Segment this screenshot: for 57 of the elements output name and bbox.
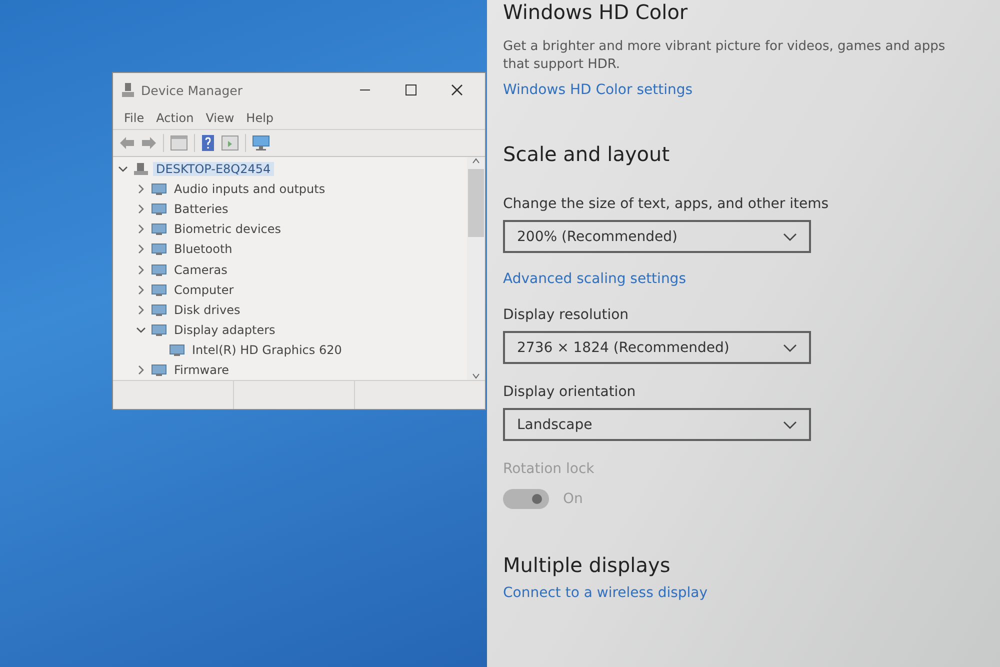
back-arrow-icon[interactable] bbox=[119, 136, 135, 150]
tree-item[interactable]: Disk drives bbox=[171, 302, 244, 317]
window-icon[interactable] bbox=[170, 135, 188, 151]
tree-item[interactable]: Firmware bbox=[171, 362, 232, 377]
tree-item[interactable]: Cameras bbox=[171, 262, 230, 277]
section-heading: Windows HD Color bbox=[503, 0, 689, 24]
tree-item[interactable]: Display adapters bbox=[171, 322, 278, 337]
device-icon bbox=[151, 202, 167, 216]
menu-item[interactable]: Help bbox=[241, 110, 279, 126]
section-heading: Scale and layout bbox=[503, 142, 671, 166]
chevron-down-icon bbox=[783, 232, 797, 242]
tree-item[interactable]: DESKTOP-E8Q2454 bbox=[153, 162, 274, 176]
device-icon bbox=[151, 282, 167, 297]
close-icon bbox=[451, 84, 463, 96]
scroll-up-icon[interactable] bbox=[471, 157, 481, 165]
device-icon bbox=[151, 322, 167, 337]
tree-item[interactable]: Computer bbox=[171, 282, 237, 297]
dropdown[interactable]: 2736 × 1824 (Recommended) bbox=[503, 331, 811, 364]
scrollbar[interactable] bbox=[467, 157, 485, 380]
dropdown[interactable]: Landscape bbox=[503, 408, 811, 442]
computer-icon bbox=[133, 162, 149, 176]
menu-item[interactable]: Action bbox=[151, 110, 199, 126]
tree-item[interactable]: Biometric devices bbox=[171, 222, 284, 236]
tree-item[interactable]: Audio inputs and outputs bbox=[171, 182, 328, 196]
tree-item[interactable]: Batteries bbox=[171, 202, 232, 216]
dropdown[interactable]: 200% (Recommended) bbox=[503, 220, 811, 254]
field-label: Display resolution bbox=[503, 307, 630, 324]
window-icon[interactable] bbox=[221, 135, 239, 151]
settings-link[interactable]: Advanced scaling settings bbox=[503, 271, 686, 288]
device-icon bbox=[151, 182, 167, 196]
maximize-icon bbox=[405, 84, 417, 96]
tree-item[interactable]: Intel(R) HD Graphics 620 bbox=[189, 342, 345, 357]
field-label: Display orientation bbox=[503, 384, 637, 400]
menu-item[interactable]: File bbox=[119, 110, 150, 126]
section-heading: Multiple displays bbox=[503, 553, 672, 578]
device-icon bbox=[151, 362, 167, 377]
field-label: Rotation lock bbox=[503, 461, 596, 478]
settings-link[interactable]: Connect to a wireless display bbox=[503, 585, 708, 602]
description-text: Get a brighter and more vibrant picture for videos, games and apps that support HDR. bbox=[503, 38, 946, 74]
device-manager-icon bbox=[121, 82, 135, 98]
menu-item[interactable]: View bbox=[200, 110, 240, 126]
chevron-down-icon bbox=[783, 420, 797, 430]
settings-link[interactable]: Windows HD Color settings bbox=[503, 82, 693, 98]
device-icon bbox=[151, 302, 167, 317]
device-icon bbox=[151, 222, 167, 236]
forward-arrow-icon[interactable] bbox=[141, 136, 157, 150]
help-icon[interactable] bbox=[201, 134, 215, 152]
window-title: Device Manager bbox=[141, 82, 244, 98]
chevron-down-icon bbox=[783, 342, 797, 353]
monitor-icon[interactable] bbox=[252, 135, 270, 151]
tree-item[interactable]: Bluetooth bbox=[171, 242, 236, 256]
scroll-down-icon[interactable] bbox=[471, 372, 481, 380]
device-icon bbox=[169, 342, 185, 357]
toggle-state-text: On bbox=[563, 491, 583, 508]
device-icon bbox=[151, 262, 167, 277]
field-label: Change the size of text, apps, and other items bbox=[503, 196, 830, 212]
device-icon bbox=[151, 242, 167, 256]
